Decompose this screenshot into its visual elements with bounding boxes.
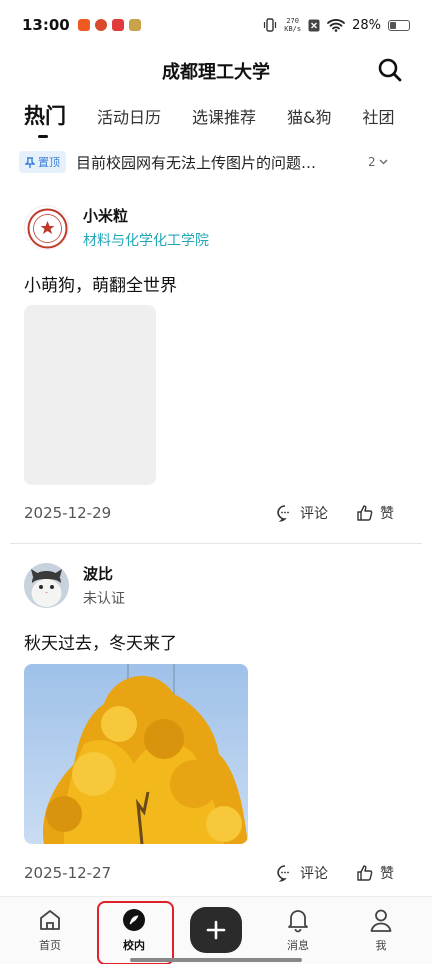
pinned-notice[interactable]: 置顶 目前校园网有无法上传图片的问题… 2 — [19, 148, 414, 176]
plus-icon — [206, 920, 226, 940]
tab-active-indicator — [38, 135, 48, 138]
app-notification-icon — [128, 19, 141, 31]
chevron-down-icon — [379, 159, 388, 165]
tab-clubs[interactable]: 社团 — [363, 104, 395, 136]
post-date: 2025-12-29 — [24, 504, 112, 522]
like-label: 赞 — [380, 866, 394, 882]
author-department: 材料与化学化工学院 — [83, 233, 209, 249]
comment-button[interactable]: 评论 — [276, 503, 328, 523]
comment-icon — [277, 505, 289, 522]
post-card[interactable]: 小米粒 材料与化学化工学院 小萌狗，萌翻全世界 2025-12-29 评论 赞 — [0, 205, 432, 535]
comment-label: 评论 — [300, 506, 328, 522]
tab-activity-calendar[interactable]: 活动日历 — [97, 104, 161, 136]
category-tabs: 热门 活动日历 选课推荐 猫&狗 社团 — [24, 98, 432, 138]
nav-label: 我 — [375, 939, 387, 952]
author-meta: 小米粒 材料与化学化工学院 — [83, 205, 209, 250]
status-bar: 13:00 270 KB/s 28% — [0, 0, 432, 50]
post-footer: 2025-12-27 评论 赞 — [24, 863, 408, 883]
bell-icon — [288, 910, 308, 933]
status-right: 270 KB/s 28% — [263, 17, 410, 33]
tab-label: 社团 — [362, 108, 395, 127]
author-meta: 波比 未认证 — [83, 563, 125, 608]
pin-icon — [25, 156, 35, 168]
battery-icon — [388, 19, 410, 31]
author-name[interactable]: 小米粒 — [83, 205, 209, 226]
post-card[interactable]: 波比 未认证 秋天过去，冬天来了 2025-12-27 评论 赞 — [0, 563, 432, 893]
avatar[interactable] — [24, 563, 69, 608]
tab-cats-dogs[interactable]: 猫&狗 — [287, 104, 331, 136]
highlight-box — [97, 901, 174, 964]
avatar[interactable] — [24, 205, 69, 250]
post-image-placeholder[interactable] — [24, 305, 156, 485]
post-footer: 2025-12-29 评论 赞 — [24, 503, 408, 523]
comment-button[interactable]: 评论 — [276, 863, 328, 883]
divider — [10, 543, 422, 544]
battery-fill — [390, 21, 396, 29]
app-notification-icon — [94, 19, 107, 31]
tab-course-recommend[interactable]: 选课推荐 — [192, 104, 256, 136]
comment-label: 评论 — [300, 866, 328, 882]
home-icon — [40, 910, 60, 930]
tab-label: 选课推荐 — [192, 108, 257, 127]
wifi-icon — [327, 19, 345, 32]
post-text: 秋天过去，冬天来了 — [24, 634, 177, 654]
like-label: 赞 — [380, 506, 394, 522]
like-button[interactable]: 赞 — [356, 503, 394, 523]
battery-percent: 28% — [352, 17, 381, 33]
post-text: 小萌狗，萌翻全世界 — [24, 276, 177, 296]
author-name[interactable]: 波比 — [83, 563, 125, 584]
author-department: 未认证 — [83, 591, 125, 607]
post-author[interactable]: 小米粒 材料与化学化工学院 — [24, 205, 209, 250]
pinned-count-value: 2 — [368, 155, 376, 169]
search-icon — [378, 58, 402, 82]
close-box-icon — [308, 19, 320, 31]
pin-badge-label: 置顶 — [38, 156, 60, 169]
page-title: 成都理工大学 — [162, 62, 270, 83]
comment-icon — [277, 865, 289, 882]
ginkgo-tree-photo — [24, 664, 248, 844]
nav-messages[interactable]: 消息 — [268, 907, 328, 953]
status-time: 13:00 — [22, 16, 70, 34]
create-post-button[interactable] — [190, 907, 242, 953]
nav-home[interactable]: 首页 — [20, 907, 80, 953]
notification-icons — [77, 19, 141, 31]
nav-label: 首页 — [39, 939, 61, 952]
user-icon — [370, 909, 392, 932]
nav-me[interactable]: 我 — [351, 907, 411, 953]
thumbs-up-icon — [357, 505, 373, 521]
app-notification-icon — [77, 19, 90, 31]
search-button[interactable] — [376, 56, 404, 84]
home-indicator[interactable] — [130, 958, 302, 962]
header: 成都理工大学 — [0, 52, 432, 90]
post-date: 2025-12-27 — [24, 864, 112, 882]
cat-avatar-icon — [24, 563, 69, 608]
like-button[interactable]: 赞 — [356, 863, 394, 883]
pin-badge: 置顶 — [19, 151, 66, 173]
post-image[interactable] — [24, 664, 248, 844]
nav-label: 消息 — [287, 939, 309, 952]
app-notification-icon — [111, 19, 124, 31]
pinned-text: 目前校园网有无法上传图片的问题… — [76, 153, 317, 172]
pinned-count[interactable]: 2 — [368, 155, 388, 169]
network-speed: 270 KB/s — [284, 17, 301, 33]
seal-avatar-icon — [27, 208, 68, 249]
net-speed-unit: KB/s — [284, 25, 302, 33]
tab-label: 活动日历 — [97, 108, 162, 127]
vibrate-icon — [264, 18, 277, 32]
thumbs-up-icon — [357, 865, 373, 881]
tab-hot[interactable]: 热门 — [24, 100, 66, 138]
post-author[interactable]: 波比 未认证 — [24, 563, 125, 608]
tab-label: 猫&狗 — [287, 108, 332, 127]
net-speed-value: 270 — [286, 17, 299, 25]
tab-label: 热门 — [24, 104, 66, 128]
